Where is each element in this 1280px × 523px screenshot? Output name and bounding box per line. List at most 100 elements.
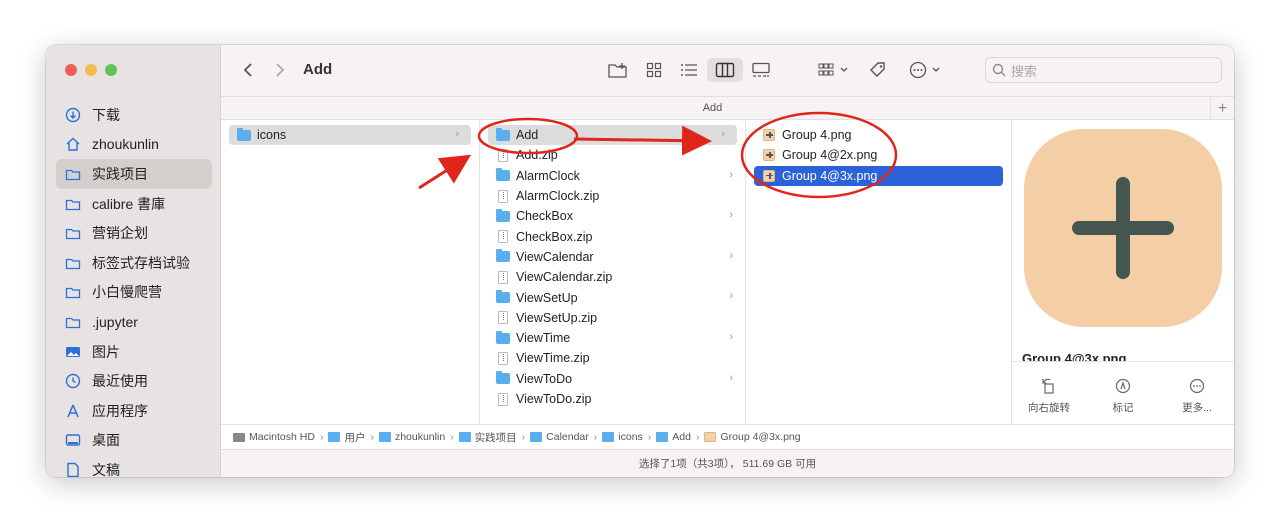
icon-view-button[interactable] <box>641 58 667 82</box>
folder-icon <box>378 432 391 442</box>
item-label: AlarmClock <box>516 168 580 183</box>
sidebar-item-xiaobai[interactable]: 小白慢爬营 <box>56 278 212 308</box>
list-item-viewtime-zip[interactable]: ViewTime.zip <box>480 348 745 368</box>
chevron-right-icon: › <box>450 431 454 443</box>
main-area: Add 搜索 Add + icons › Add › Add.zip Alarm… <box>221 45 1234 477</box>
folder-icon <box>495 330 511 345</box>
clock-icon <box>64 372 82 390</box>
sidebar-item-applications[interactable]: 应用程序 <box>56 396 212 426</box>
preview-actions: 向右旋转 标记 更多... <box>1012 361 1234 425</box>
list-item-viewtodo-zip[interactable]: ViewToDo.zip <box>480 389 745 409</box>
list-item-viewcalendar[interactable]: ViewCalendar › <box>480 247 745 267</box>
list-item-checkbox-zip[interactable]: CheckBox.zip <box>480 226 745 246</box>
list-item-alarmclock[interactable]: AlarmClock › <box>480 166 745 186</box>
list-item-alarmclock-zip[interactable]: AlarmClock.zip <box>480 186 745 206</box>
list-item-group4-3x[interactable]: Group 4@3x.png <box>754 165 1003 186</box>
document-icon <box>64 461 82 477</box>
list-item-group4-2x[interactable]: Group 4@2x.png <box>754 145 1003 165</box>
folder-icon <box>64 313 82 331</box>
chevron-right-icon: › <box>370 431 374 443</box>
breadcrumb-label: 实践项目 <box>474 431 517 444</box>
photo-icon <box>64 343 82 361</box>
breadcrumb-item[interactable]: Add › <box>656 431 704 443</box>
gallery-view-button[interactable] <box>748 58 774 82</box>
new-folder-icon <box>608 63 627 78</box>
zip-icon <box>495 351 511 365</box>
zip-icon <box>495 230 511 244</box>
group-button[interactable] <box>816 58 854 82</box>
item-label: AlarmClock.zip <box>516 189 600 204</box>
sidebar-item-desktop[interactable]: 桌面 <box>56 426 212 456</box>
list-item-checkbox[interactable]: CheckBox › <box>480 206 745 226</box>
list-item-icons[interactable]: icons › <box>229 125 471 146</box>
list-item-viewtime[interactable]: ViewTime › <box>480 328 745 348</box>
list-item-add[interactable]: Add › <box>488 125 737 146</box>
column-view-button[interactable] <box>707 58 743 82</box>
tag-button[interactable] <box>866 58 890 82</box>
new-tab-button[interactable]: + <box>1210 97 1234 120</box>
chevron-right-icon: › <box>729 209 733 222</box>
desktop-icon <box>64 431 82 449</box>
sidebar-item-documents[interactable]: 文稿 <box>56 455 212 477</box>
grid-icon <box>646 62 662 78</box>
back-button[interactable] <box>237 59 259 81</box>
breadcrumb-item[interactable]: Macintosh HD › <box>233 431 328 443</box>
breadcrumb-item[interactable]: 实践项目 › <box>458 430 531 445</box>
sidebar-item-label: 营销企划 <box>92 225 148 242</box>
breadcrumb-item[interactable]: zhoukunlin › <box>378 431 459 443</box>
breadcrumb-item[interactable]: Group 4@3x.png <box>704 431 801 443</box>
list-item-viewcalendar-zip[interactable]: ViewCalendar.zip <box>480 267 745 287</box>
zoom-button[interactable] <box>105 64 117 76</box>
png-icon <box>761 169 777 183</box>
minimize-button[interactable] <box>85 64 97 76</box>
sidebar-item-calibre[interactable]: calibre 書庫 <box>56 189 212 219</box>
toolbar: Add 搜索 <box>221 45 1234 96</box>
item-label: CheckBox <box>516 209 573 224</box>
sidebar-item-label: 小白慢爬营 <box>92 284 162 301</box>
zip-icon <box>495 311 511 325</box>
breadcrumb-label: Add <box>672 431 691 443</box>
list-item-group4[interactable]: Group 4.png <box>754 125 1003 145</box>
list-item-viewsetup[interactable]: ViewSetUp › <box>480 287 745 307</box>
close-button[interactable] <box>65 64 77 76</box>
list-item-add-zip[interactable]: Add.zip <box>480 145 745 165</box>
sidebar-item-practice-projects[interactable]: 实践项目 <box>56 159 212 189</box>
sidebar-item-home[interactable]: zhoukunlin <box>56 130 212 160</box>
more-button[interactable]: 更多... <box>1160 362 1234 425</box>
png-icon <box>761 148 777 162</box>
folder-icon <box>64 283 82 301</box>
folder-icon <box>64 254 82 272</box>
folder-icon <box>495 371 511 386</box>
folder-icon <box>495 127 511 142</box>
item-label: ViewTime.zip <box>516 351 590 366</box>
tag-icon <box>870 62 885 77</box>
new-folder-button[interactable] <box>605 58 631 82</box>
zip-icon <box>495 189 511 203</box>
chevron-right-icon: › <box>729 249 733 262</box>
markup-button[interactable]: 标记 <box>1086 362 1160 425</box>
list-item-viewtodo[interactable]: ViewToDo › <box>480 369 745 389</box>
breadcrumb-item[interactable]: icons › <box>602 431 656 443</box>
sidebar-item-jupyter[interactable]: .jupyter <box>56 307 212 337</box>
breadcrumb-label: icons <box>618 431 643 443</box>
action-menu-button[interactable] <box>909 58 945 82</box>
chevron-right-icon: › <box>695 431 700 443</box>
sidebar-item-downloads[interactable]: 下载 <box>56 100 212 130</box>
forward-button[interactable] <box>269 59 291 81</box>
sidebar-item-tag-archive[interactable]: 标签式存档试验 <box>56 248 212 278</box>
breadcrumb-item[interactable]: Calendar › <box>530 431 602 443</box>
sidebar-item-pictures[interactable]: 图片 <box>56 337 212 367</box>
rotate-right-button[interactable]: 向右旋转 <box>1012 362 1086 425</box>
breadcrumb-item[interactable]: 用户 › <box>328 430 379 445</box>
list-view-button[interactable] <box>676 58 702 82</box>
browser-column-1: icons › <box>221 121 480 424</box>
folder-icon <box>64 165 82 183</box>
folder-icon <box>64 195 82 213</box>
search-field[interactable]: 搜索 <box>985 57 1222 83</box>
sidebar-item-marketing[interactable]: 营销企划 <box>56 218 212 248</box>
window-title: Add <box>303 61 333 78</box>
breadcrumb-label: Group 4@3x.png <box>720 431 801 443</box>
zip-icon <box>495 270 511 284</box>
list-item-viewsetup-zip[interactable]: ViewSetUp.zip <box>480 308 745 328</box>
sidebar-item-recents[interactable]: 最近使用 <box>56 366 212 396</box>
